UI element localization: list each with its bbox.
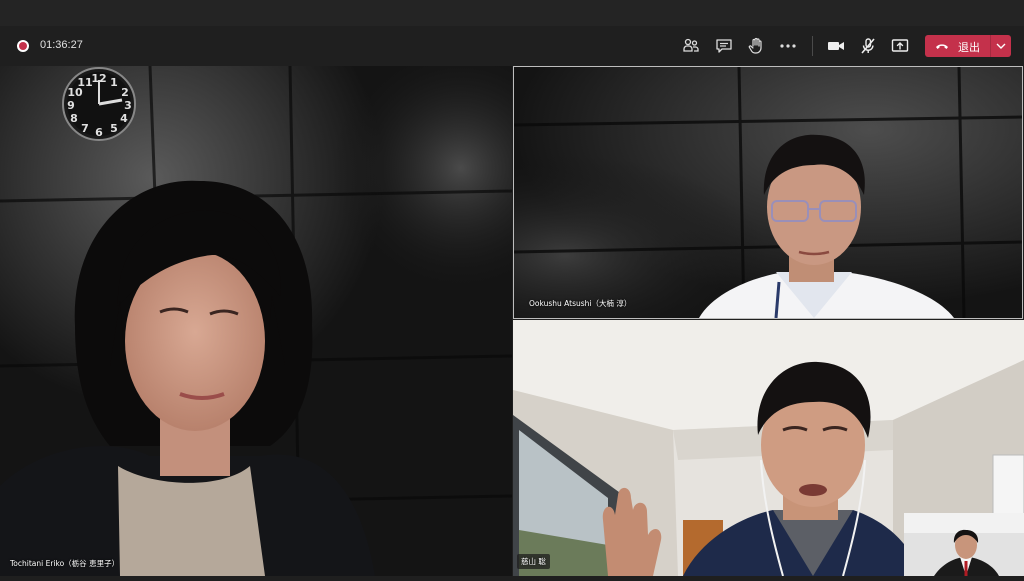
- leave-label: 退出: [958, 41, 980, 54]
- chat-icon: [716, 39, 732, 53]
- participants-icon: [683, 38, 699, 52]
- more-icon: [780, 44, 796, 48]
- svg-text:1: 1: [110, 76, 118, 89]
- svg-text:2: 2: [121, 86, 129, 99]
- wall-clock-icon: 12 12 345 678 91011: [62, 67, 136, 141]
- toolbar-divider: [812, 36, 813, 56]
- self-view-video[interactable]: [904, 513, 1024, 576]
- svg-text:9: 9: [67, 99, 75, 112]
- svg-text:5: 5: [110, 122, 118, 135]
- participant-video-main[interactable]: 12 1 2 345 678 9 10 11 Tochitani Eriko（栃谷 恵里…: [0, 66, 512, 576]
- svg-text:8: 8: [70, 112, 78, 125]
- leave-options-dropdown[interactable]: [991, 35, 1011, 57]
- mic-muted-icon: [861, 38, 875, 54]
- leave-main-area[interactable]: 退出: [925, 35, 990, 57]
- hang-up-phone-icon: [936, 44, 948, 49]
- participant-name-label: Ookushu Atsushi（大楠 淳）: [529, 299, 632, 308]
- participant-name-label: Tochitani Eriko（栃谷 恵里子）: [10, 559, 120, 568]
- share-screen-icon: [891, 39, 909, 52]
- video-feed-self: [904, 513, 1024, 576]
- raise-hand-icon: [748, 37, 762, 54]
- camera-button[interactable]: [826, 36, 846, 56]
- window-title-bar: [0, 0, 1024, 26]
- svg-text:3: 3: [124, 99, 132, 112]
- participant-video-top-right[interactable]: Ookushu Atsushi（大楠 淳）: [513, 66, 1023, 319]
- svg-text:4: 4: [120, 112, 128, 125]
- microphone-button[interactable]: [858, 36, 878, 56]
- participants-button[interactable]: [681, 36, 701, 56]
- video-feed-top-right: [514, 67, 1022, 318]
- recording-indicator-icon: [17, 40, 29, 52]
- share-screen-button[interactable]: [890, 36, 910, 56]
- more-options-button[interactable]: [778, 36, 798, 56]
- participant-name-label: 慈山 聡: [517, 554, 550, 569]
- meeting-toolbar: 01:36:27 退出: [0, 26, 1024, 66]
- svg-text:7: 7: [81, 122, 89, 135]
- chevron-down-icon: [996, 43, 1006, 49]
- svg-text:12: 12: [91, 72, 106, 85]
- call-duration: 01:36:27: [40, 39, 83, 51]
- chat-button[interactable]: [714, 36, 734, 56]
- video-feed-main: 12 12 345 678 91011: [0, 66, 512, 576]
- svg-text:11: 11: [77, 76, 92, 89]
- leave-call-button[interactable]: 退出: [925, 35, 1011, 57]
- camera-icon: [828, 42, 844, 50]
- raise-hand-button[interactable]: [746, 36, 766, 56]
- svg-text:6: 6: [95, 126, 103, 139]
